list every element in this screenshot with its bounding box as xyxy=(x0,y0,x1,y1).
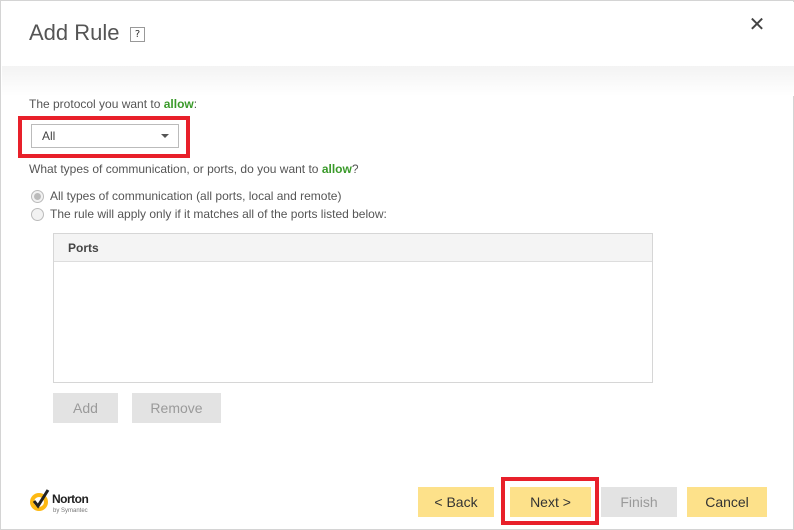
back-button[interactable]: < Back xyxy=(418,487,494,517)
add-rule-dialog: Add Rule ? ✕ The protocol you want to al… xyxy=(0,0,794,530)
norton-logo: Norton by Symantec xyxy=(28,488,100,518)
protocol-select[interactable]: All xyxy=(31,124,179,148)
radio-specific-ports[interactable] xyxy=(31,208,44,221)
chevron-down-icon xyxy=(161,134,169,138)
cancel-button[interactable]: Cancel xyxy=(687,487,767,517)
dialog-title: Add Rule xyxy=(29,20,120,45)
radio-all-types[interactable] xyxy=(31,190,44,203)
next-button[interactable]: Next > xyxy=(510,487,591,517)
svg-text:by Symantec: by Symantec xyxy=(53,508,88,514)
header-divider-band xyxy=(2,66,794,96)
remove-port-button[interactable]: Remove xyxy=(132,393,221,423)
ports-question-label: What types of communication, or ports, d… xyxy=(29,162,359,176)
radio-all-types-label: All types of communication (all ports, l… xyxy=(50,189,342,203)
ports-column-header: Ports xyxy=(54,234,652,262)
close-icon[interactable]: ✕ xyxy=(747,13,767,35)
protocol-select-value: All xyxy=(42,129,56,143)
add-port-button[interactable]: Add xyxy=(53,393,118,423)
svg-text:Norton: Norton xyxy=(52,492,88,506)
dialog-header xyxy=(2,2,794,66)
help-icon[interactable]: ? xyxy=(130,27,145,42)
protocol-label: The protocol you want to allow: xyxy=(29,97,198,111)
radio-specific-ports-label: The rule will apply only if it matches a… xyxy=(50,207,387,221)
finish-button[interactable]: Finish xyxy=(601,487,677,517)
ports-table: Ports xyxy=(53,233,653,383)
